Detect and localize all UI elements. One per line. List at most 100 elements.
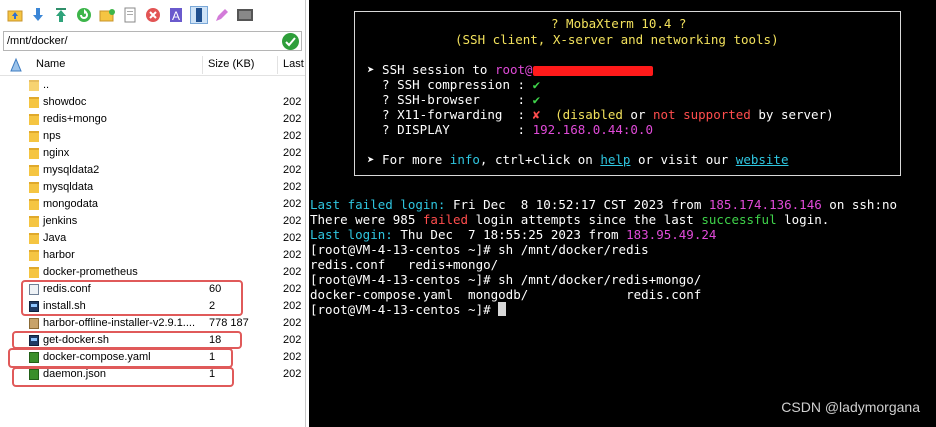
file-date: 202 <box>283 283 302 295</box>
column-divider[interactable] <box>202 56 203 74</box>
x11-line: ? X11-forwarding : ✘ (disabled or not su… <box>367 107 834 122</box>
compression-line: ? SSH compression : ✔ <box>367 77 540 92</box>
x11-label: ? X11-forwarding : <box>367 107 533 122</box>
new-file-icon[interactable] <box>121 6 139 24</box>
upload-icon[interactable] <box>52 6 70 24</box>
info-link[interactable]: info <box>450 152 480 167</box>
download-icon[interactable] <box>29 6 47 24</box>
file-row[interactable]: nps 202 <box>0 128 305 145</box>
file-date: 202 <box>283 351 302 363</box>
file-row[interactable]: harbor 202 <box>0 247 305 264</box>
display-value: 192.168.0.44:0.0 <box>532 122 653 137</box>
terminal-line: docker-compose.yaml mongodb/ redis.conf <box>310 287 702 302</box>
folder-up-icon[interactable] <box>6 6 24 24</box>
file-row[interactable]: mysqldata2 202 <box>0 162 305 179</box>
file-date: 202 <box>283 113 302 125</box>
file-name: mongodata <box>43 198 99 210</box>
edit-icon[interactable] <box>213 6 231 24</box>
cursor <box>498 302 507 316</box>
file-row[interactable]: showdoc 202 <box>0 94 305 111</box>
help-link[interactable]: help <box>600 152 630 167</box>
display-label: ? DISPLAY : <box>367 122 533 137</box>
folder-icon <box>29 250 39 261</box>
delete-icon[interactable] <box>144 6 162 24</box>
checkmark-icon[interactable] <box>282 33 299 50</box>
attempts-c: login. <box>776 212 830 227</box>
folder-icon <box>29 267 39 278</box>
file-row[interactable]: .. <box>0 77 305 94</box>
file-name: nginx <box>43 147 70 159</box>
folder-icon <box>29 97 39 108</box>
prompt: [root@VM-4-13-centos ~]# <box>310 302 499 317</box>
file-date: 202 <box>283 232 302 244</box>
file-row[interactable]: Java 202 <box>0 230 305 247</box>
failed-date: Fri Dec 8 10:52:17 CST 2023 from <box>445 197 709 212</box>
highlight-box <box>21 280 243 316</box>
new-folder-icon[interactable] <box>98 6 116 24</box>
file-name: redis+mongo <box>43 113 107 125</box>
check-icon: ✔ <box>532 77 541 92</box>
file-row[interactable]: jenkins 202 <box>0 213 305 230</box>
column-last-modified[interactable]: Last <box>283 58 304 70</box>
ssh-session-line: ➤ SSH session to root@ <box>367 62 653 77</box>
file-row[interactable]: harbor-offline-installer-v2.9.1.... 778 1… <box>0 315 305 332</box>
permissions-icon[interactable] <box>190 6 208 24</box>
attempts-failed: failed <box>422 212 469 227</box>
file-name: mysqldata2 <box>43 164 100 176</box>
watermark: CSDN @ladymorgana <box>781 399 920 415</box>
prompt-line[interactable]: [root@VM-4-13-centos ~]# <box>310 302 507 317</box>
terminal-line: [root@VM-4-13-centos ~]# sh /mnt/docker/… <box>310 272 702 287</box>
terminal-icon[interactable] <box>236 6 254 24</box>
folder-icon <box>29 233 39 244</box>
folder-icon <box>29 182 39 193</box>
file-date: 202 <box>283 164 302 176</box>
column-divider[interactable] <box>277 56 278 74</box>
file-row[interactable]: nginx 202 <box>0 145 305 162</box>
highlight-box <box>12 331 242 349</box>
more-or: or visit our <box>630 152 736 167</box>
column-name[interactable]: Name <box>36 58 65 70</box>
file-date: 202 <box>283 147 302 159</box>
sftp-toolbar: A <box>0 0 305 30</box>
file-date: 202 <box>283 300 302 312</box>
last-ip: 183.95.49.24 <box>626 227 717 242</box>
file-name: showdoc <box>43 96 87 108</box>
website-link[interactable]: website <box>736 152 789 167</box>
file-date: 202 <box>283 249 302 261</box>
sftp-browser-panel: A /mnt/docker/ Name Size (KB) Last .. sho… <box>0 0 306 427</box>
path-field[interactable]: /mnt/docker/ <box>3 31 302 51</box>
file-date: 202 <box>283 317 302 329</box>
file-row[interactable]: docker-prometheus 202 <box>0 264 305 281</box>
display-line: ? DISPLAY : 192.168.0.44:0.0 <box>367 122 653 137</box>
file-date: 202 <box>283 130 302 142</box>
last-label: Last login: <box>310 227 393 242</box>
file-up-icon[interactable] <box>9 56 23 75</box>
terminal-line: [root@VM-4-13-centos ~]# sh /mnt/docker/… <box>310 242 649 257</box>
terminal[interactable]: ? MobaXterm 10.4 ? (SSH client, X-server… <box>309 0 936 427</box>
banner-title: ? MobaXterm 10.4 ? <box>551 16 687 31</box>
redacted-host <box>532 65 653 76</box>
browser-label: ? SSH-browser : <box>367 92 533 107</box>
cross-icon: ✘ <box>532 107 541 122</box>
more-prefix: ➤ For more <box>367 152 450 167</box>
more-mid: , ctrl+click on <box>479 152 601 167</box>
folder-icon <box>29 165 39 176</box>
file-row[interactable]: redis+mongo 202 <box>0 111 305 128</box>
rename-icon[interactable]: A <box>167 6 185 24</box>
file-date: 202 <box>283 215 302 227</box>
file-date: 202 <box>283 181 302 193</box>
file-row[interactable]: mongodata 202 <box>0 196 305 213</box>
last-login-line: Last login: Thu Dec 7 18:55:25 2023 from… <box>310 227 716 242</box>
session-prefix: ➤ SSH session to <box>367 62 495 77</box>
attempts-a: There were 985 <box>310 212 423 227</box>
highlight-box <box>8 348 233 368</box>
file-row[interactable]: mysqldata 202 <box>0 179 305 196</box>
compression-label: ? SSH compression : <box>367 77 533 92</box>
banner-subtitle: (SSH client, X-server and networking too… <box>455 32 779 47</box>
folder-icon <box>29 131 39 142</box>
column-size[interactable]: Size (KB) <box>208 58 254 70</box>
more-info-line: ➤ For more info, ctrl+click on help or v… <box>367 152 788 167</box>
session-user: root@ <box>494 62 533 77</box>
refresh-icon[interactable] <box>75 6 93 24</box>
x11-tail: by server) <box>750 107 834 122</box>
